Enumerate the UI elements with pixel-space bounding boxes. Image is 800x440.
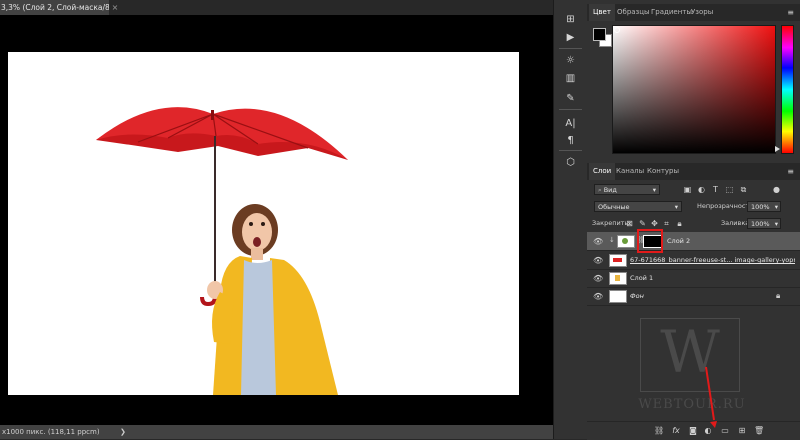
status-arrow-icon[interactable]: ❯	[120, 425, 130, 439]
adjustments-sun-icon[interactable]: ☼	[562, 53, 579, 67]
close-tab-icon[interactable]: ×	[110, 0, 120, 15]
paragraph-icon[interactable]: ¶	[562, 133, 579, 147]
annotation-arrow	[705, 366, 717, 428]
3d-cube-icon[interactable]: ⬡	[562, 155, 579, 169]
status-bar: x1000 пикс. (118,11 ppcm)	[0, 425, 555, 439]
document-canvas[interactable]	[8, 52, 519, 395]
history-icon[interactable]: ⊞	[562, 12, 579, 26]
right-panels: Цвет Образцы Градиенты Узоры ≡ Слои Кана…	[587, 0, 800, 440]
histogram-icon[interactable]: ▥	[562, 71, 579, 85]
character-A-icon[interactable]: A|	[562, 116, 579, 130]
panel-dock: ⊞ ▶ ☼ ▥ ✎ A| ¶ ⬡	[553, 0, 588, 439]
umbrella-girl-image	[96, 107, 348, 395]
play-action-icon[interactable]: ▶	[562, 30, 579, 44]
brush-settings-icon[interactable]: ✎	[562, 91, 579, 105]
document-tab[interactable]: 3,3% (Слой 2, Слой-маска/8) *	[0, 0, 109, 15]
